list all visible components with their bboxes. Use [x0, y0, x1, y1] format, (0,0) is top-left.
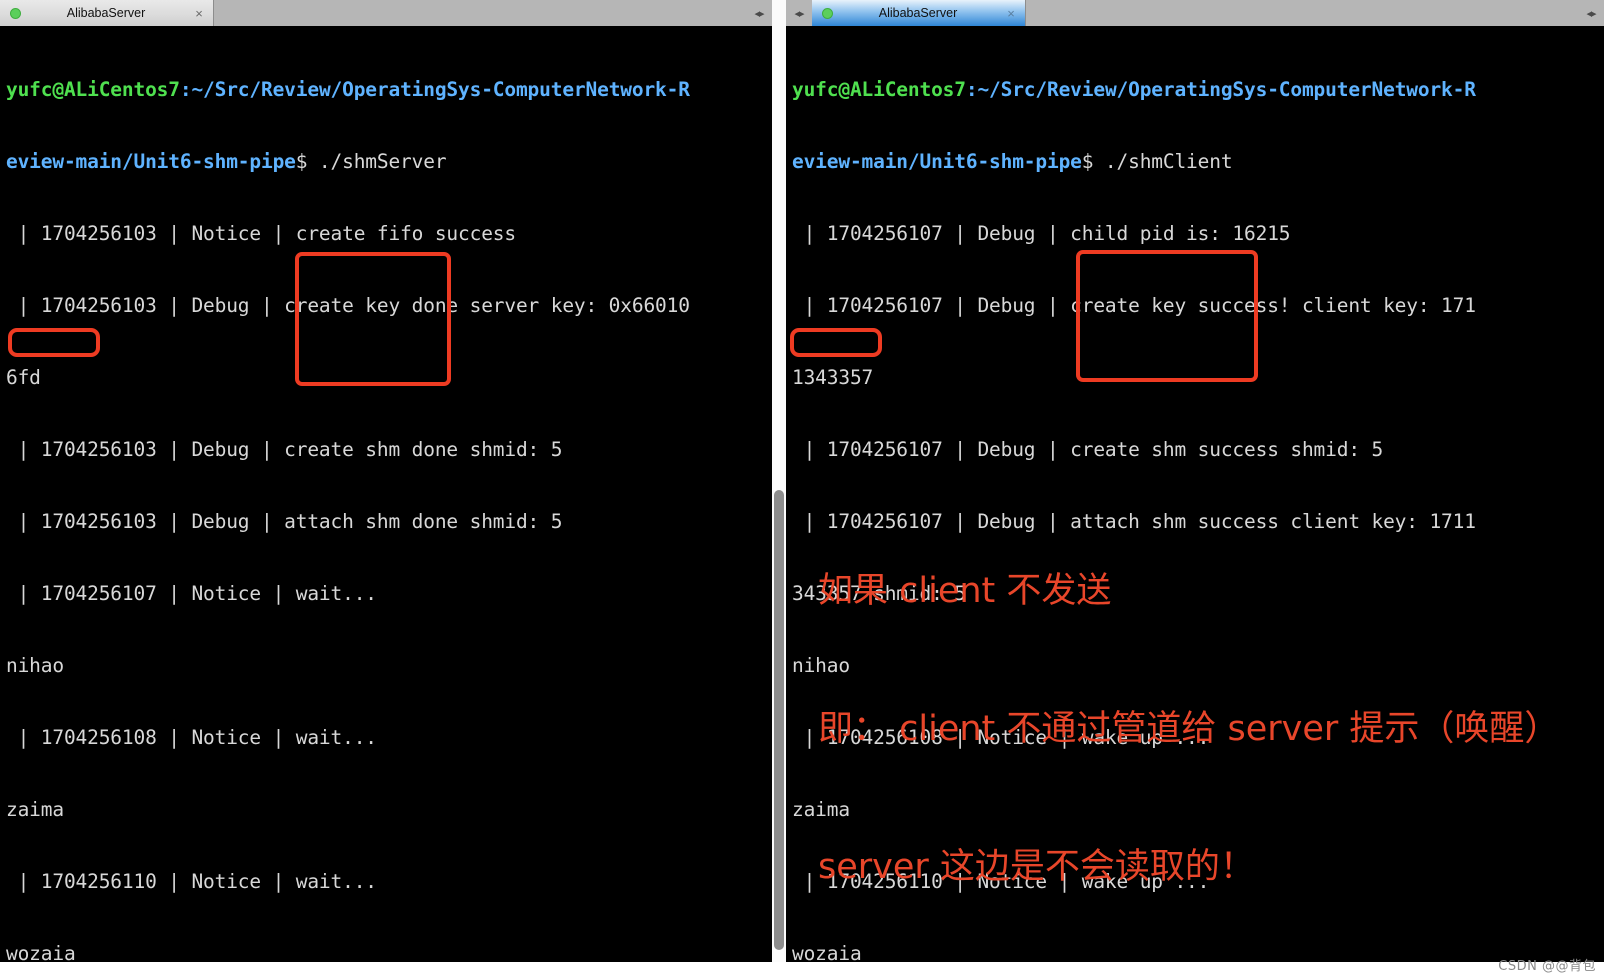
- scrollbar-thumb[interactable]: [774, 490, 784, 950]
- left-tabbar: AlibabaServer × ◂▸: [0, 0, 772, 26]
- terminal-output-server[interactable]: yufc@ALiCentos7:~/Src/Review/OperatingSy…: [0, 26, 772, 962]
- tab-alibabaserver-left[interactable]: AlibabaServer ×: [0, 0, 214, 26]
- watermark: CSDN @@背包: [1498, 959, 1596, 974]
- terminal-line: | 1704256103 | Notice | create fifo succ…: [6, 222, 517, 245]
- terminal-line: | 1704256107 | Debug | child pid is: 162…: [792, 222, 1291, 245]
- close-icon[interactable]: ×: [191, 6, 207, 21]
- terminal-line: | 1704256108 | Notice | wait...: [6, 726, 377, 749]
- terminal-line: 1343357: [792, 366, 874, 389]
- terminal-line: | 1704256110 | Notice | wait...: [6, 870, 377, 893]
- prompt-user-right: yufc@ALiCentos7: [792, 78, 966, 101]
- terminal-line: zaima: [6, 798, 64, 821]
- command-left: $ ./shmServer: [295, 150, 447, 173]
- left-tabbar-filler: [214, 0, 746, 26]
- screenshot-root: AlibabaServer × ◂▸ yufc@ALiCentos7:~/Src…: [0, 0, 1604, 980]
- prompt-path-left-b: eview-main/Unit6-shm-pipe: [6, 150, 296, 173]
- note-line: server 这边是不会读取的！: [818, 847, 1255, 887]
- terminal-line: eview-main/Unit6-shm-pipe$ ./shmServer: [6, 150, 772, 174]
- note-line: 如果 client 不发送: [818, 571, 1112, 611]
- terminal-line: | 1704256103 | Debug | attach shm done s…: [6, 510, 563, 533]
- command-right: $ ./shmClient: [1081, 150, 1233, 173]
- tab-alibabaserver-right[interactable]: AlibabaServer ×: [812, 0, 1026, 26]
- prompt-path-right-a: :~/Src/Review/OperatingSys-ComputerNetwo…: [965, 78, 1476, 101]
- close-icon[interactable]: ×: [1003, 6, 1019, 21]
- terminal-line: wozaia: [6, 942, 76, 962]
- tab-scroll-arrows-left[interactable]: ◂▸: [746, 0, 772, 26]
- terminal-line: | 1704256107 | Notice | wait...: [6, 582, 377, 605]
- tab-title-right: AlibabaServer: [878, 6, 958, 20]
- terminal-line: yufc@ALiCentos7:~/Src/Review/OperatingSy…: [6, 78, 772, 102]
- prompt-path-left-a: :~/Src/Review/OperatingSys-ComputerNetwo…: [179, 78, 690, 101]
- chinese-annotation-note: 如果 client 不发送 即： client 不通过管道给 server 提示…: [818, 476, 1598, 980]
- tab-title-left: AlibabaServer: [66, 6, 146, 20]
- prompt-user-left: yufc@ALiCentos7: [6, 78, 180, 101]
- terminal-line: 6fd: [6, 366, 41, 389]
- terminal-line: nihao: [6, 654, 64, 677]
- tab-scroll-arrows-right[interactable]: ◂▸: [1578, 0, 1604, 26]
- prompt-path-right-b: eview-main/Unit6-shm-pipe: [792, 150, 1082, 173]
- note-line: 即： client 不通过管道给 server 提示（唤醒）: [818, 709, 1560, 749]
- green-dot-icon: [822, 7, 833, 19]
- tab-scroll-arrows-right-lead[interactable]: ◂▸: [786, 0, 812, 26]
- terminal-line: | 1704256107 | Debug | create shm succes…: [792, 438, 1384, 461]
- terminal-line: | 1704256107 | Debug | create key succes…: [792, 294, 1476, 317]
- right-tabbar-filler: [1026, 0, 1578, 26]
- bottom-strip: [0, 962, 1604, 980]
- green-dot-icon: [10, 7, 21, 19]
- terminal-line: yufc@ALiCentos7:~/Src/Review/OperatingSy…: [792, 78, 1604, 102]
- terminal-line: eview-main/Unit6-shm-pipe$ ./shmClient: [792, 150, 1604, 174]
- right-tabbar: ◂▸ AlibabaServer × ◂▸: [786, 0, 1604, 26]
- terminal-window-server: AlibabaServer × ◂▸ yufc@ALiCentos7:~/Src…: [0, 0, 772, 962]
- terminal-line: | 1704256103 | Debug | create shm done s…: [6, 438, 563, 461]
- terminal-line: | 1704256103 | Debug | create key done s…: [6, 294, 690, 317]
